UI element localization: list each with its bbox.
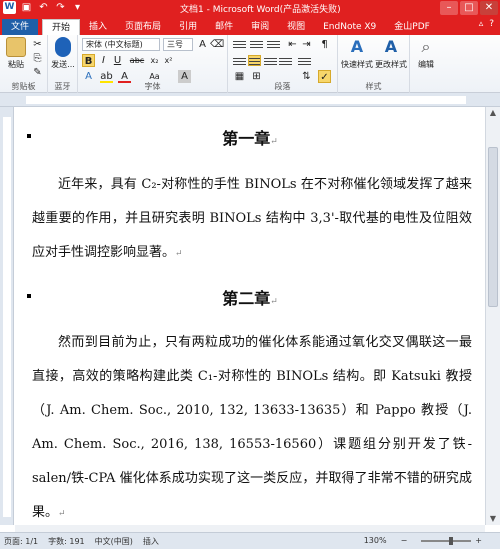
vertical-scrollbar[interactable]: ▲ ▼ (485, 107, 500, 525)
save-icon[interactable]: ▣ (20, 1, 33, 14)
group-editing: ⌕ 编辑 (410, 35, 442, 93)
change-styles-button[interactable]: A 更改样式 (374, 37, 408, 70)
paragraph-1: 近年来，具有 C₂-对称性的手性 BINOLs 在不对称催化领域发挥了越来越重要… (32, 177, 472, 260)
group-clipboard: 粘贴 ✂ ⎘ ✎ 剪贴板 (0, 35, 48, 93)
horizontal-ruler[interactable] (0, 93, 500, 107)
line-spacing-icon[interactable] (298, 56, 311, 67)
tab-home[interactable]: 开始 (42, 19, 81, 35)
align-center-icon[interactable] (248, 55, 261, 66)
quick-styles-icon: A (350, 37, 364, 56)
tab-page-layout[interactable]: 页面布局 (116, 19, 170, 35)
group-label-bluetooth: 蓝牙 (54, 82, 71, 91)
copy-icon[interactable]: ⎘ (31, 52, 44, 65)
grow-font-icon[interactable]: A (196, 38, 209, 51)
change-styles-icon: A (384, 37, 398, 56)
maximize-button[interactable]: □ (460, 1, 478, 15)
quick-access-toolbar: W ▣ ↶ ↷ ▾ (3, 1, 84, 14)
window-title: 文档1 - Microsoft Word(产品激活失败) (180, 5, 341, 15)
scrollbar-thumb[interactable] (488, 147, 498, 307)
strikethrough-button[interactable]: abc (128, 54, 146, 67)
language-indicator[interactable]: 中文(中国) (95, 536, 133, 547)
paragraph-2: 然而到目前为止，只有两粒成功的催化体系能通过氧化交叉偶联这一最直接，高效的策略构… (32, 335, 472, 520)
bullets-icon[interactable] (233, 39, 246, 50)
group-label-font: 字体 (144, 82, 161, 91)
font-size-select[interactable]: 三号 (163, 38, 193, 51)
zoom-control: 130% − + (364, 536, 492, 545)
zoom-slider[interactable] (421, 536, 472, 545)
zoom-level[interactable]: 130% (364, 536, 387, 545)
tab-review[interactable]: 审阅 (242, 19, 278, 35)
ribbon-tabs: 文件 开始 插入 页面布局 引用 邮件 审阅 视图 EndNote X9 金山P… (0, 17, 500, 35)
insert-mode[interactable]: 插入 (143, 536, 159, 547)
find-icon: ⌕ (421, 37, 431, 56)
tab-file[interactable]: 文件 (2, 19, 39, 35)
align-right-icon[interactable] (264, 56, 277, 67)
quick-styles-button[interactable]: A 快速样式 (340, 37, 374, 70)
tab-kingsoft-pdf[interactable]: 金山PDF (385, 19, 439, 35)
group-label-clipboard: 剪贴板 (11, 82, 36, 91)
tab-endnote[interactable]: EndNote X9 (314, 19, 385, 35)
bold-button[interactable]: B (82, 54, 95, 67)
tab-right-controls: ▵ ? (479, 19, 494, 29)
close-button[interactable]: ✕ (480, 1, 498, 15)
group-paragraph: ⇤ ⇥ ¶ ▦ ⊞ ⇅ ✓ 段落 (228, 35, 338, 93)
page-count[interactable]: 页面: 1/1 (4, 536, 38, 547)
cut-icon[interactable]: ✂ (31, 38, 44, 51)
help-icon[interactable]: ? (489, 19, 494, 29)
clear-format-icon[interactable]: ⌫ (210, 38, 224, 51)
multilevel-list-icon[interactable] (267, 39, 280, 50)
increase-indent-icon[interactable]: ⇥ (300, 38, 313, 51)
group-label-styles: 样式 (365, 82, 382, 91)
editing-button[interactable]: ⌕ 编辑 (413, 37, 439, 70)
scroll-down-icon[interactable]: ▼ (486, 513, 500, 525)
format-painter-icon[interactable]: ✎ (31, 66, 44, 79)
group-label-paragraph: 段落 (274, 82, 291, 91)
numbering-icon[interactable] (250, 39, 263, 50)
tab-view[interactable]: 视图 (278, 19, 314, 35)
zoom-in-icon[interactable]: + (475, 536, 482, 545)
decrease-indent-icon[interactable]: ⇤ (286, 38, 299, 51)
superscript-button[interactable]: x² (162, 54, 175, 67)
bluetooth-icon (55, 37, 71, 57)
paste-icon (6, 37, 26, 57)
status-bar: 页面: 1/1 字数: 191 中文(中国) 插入 130% − + (0, 532, 500, 549)
zoom-out-icon[interactable]: − (401, 536, 408, 545)
tab-insert[interactable]: 插入 (80, 19, 116, 35)
underline-button[interactable]: U (111, 54, 124, 67)
bluetooth-send-button[interactable]: 发送... (50, 37, 76, 70)
group-font: 宋体 (中文标题) 三号 A ⌫ B I U abc x₂ x² A Aa ab… (78, 35, 228, 93)
undo-icon[interactable]: ↶ (37, 1, 50, 14)
minimize-ribbon-icon[interactable]: ▵ (479, 19, 484, 29)
redo-icon[interactable]: ↷ (54, 1, 67, 14)
tab-references[interactable]: 引用 (170, 19, 206, 35)
subscript-button[interactable]: x₂ (148, 54, 161, 67)
tab-mailings[interactable]: 邮件 (206, 19, 242, 35)
customize-qat-icon[interactable]: ▾ (71, 1, 84, 14)
font-name-select[interactable]: 宋体 (中文标题) (82, 38, 160, 51)
show-marks-icon[interactable]: ¶ (318, 38, 331, 51)
word-count[interactable]: 字数: 191 (48, 536, 85, 547)
zoom-slider-knob[interactable] (448, 536, 453, 545)
window-controls: – □ ✕ (440, 1, 498, 15)
italic-button[interactable]: I (97, 54, 110, 67)
minimize-button[interactable]: – (440, 1, 458, 15)
align-left-icon[interactable] (233, 56, 246, 67)
heading-chapter-1: 第一章↵ (222, 129, 278, 148)
paste-button[interactable]: 粘贴 (4, 37, 28, 70)
vertical-ruler[interactable] (0, 107, 14, 525)
justify-icon[interactable] (279, 56, 292, 67)
title-bar: W ▣ ↶ ↷ ▾ 文档1 - Microsoft Word(产品激活失败) –… (0, 0, 500, 17)
document-page[interactable]: 第一章↵ 近年来，具有 C₂-对称性的手性 BINOLs 在不对称催化领域发挥了… (15, 107, 485, 525)
group-bluetooth: 发送... 蓝牙 (48, 35, 78, 93)
group-styles: A 快速样式 A 更改样式 样式 (338, 35, 410, 93)
word-app-icon: W (3, 1, 16, 14)
heading-chapter-2: 第二章↵ (222, 289, 278, 308)
horizontal-scrollbar[interactable] (15, 525, 485, 532)
scroll-up-icon[interactable]: ▲ (486, 107, 500, 119)
ribbon: 粘贴 ✂ ⎘ ✎ 剪贴板 发送... 蓝牙 宋体 (中文标题) 三号 A ⌫ B… (0, 35, 500, 93)
